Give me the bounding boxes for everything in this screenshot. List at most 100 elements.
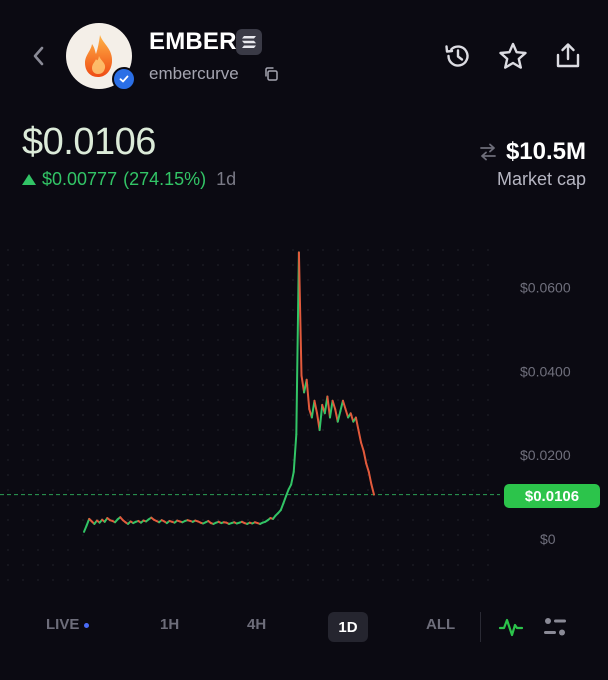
grid-dot — [7, 309, 9, 311]
price-chart[interactable]: $0.0600 $0.0400 $0.0200 $0 — [0, 240, 608, 600]
price-segment — [357, 429, 363, 444]
grid-dot — [52, 324, 54, 326]
grid-dot — [37, 564, 39, 566]
grid-dot — [442, 399, 444, 401]
grid-dot — [187, 534, 189, 536]
grid-dot — [202, 294, 204, 296]
grid-dot — [472, 354, 474, 356]
grid-dot — [127, 384, 129, 386]
copy-icon — [265, 67, 278, 81]
share-button[interactable] — [552, 40, 584, 72]
grid-dot — [292, 399, 294, 401]
copy-button[interactable] — [263, 66, 279, 82]
grid-dot — [217, 354, 219, 356]
grid-dot — [157, 354, 159, 356]
grid-dot — [67, 489, 69, 491]
grid-dot — [247, 414, 249, 416]
grid-dot — [352, 399, 354, 401]
grid-dot — [277, 294, 279, 296]
grid-dot — [262, 474, 264, 476]
grid-dot — [232, 264, 234, 266]
grid-dot — [52, 309, 54, 311]
grid-dot — [112, 249, 114, 251]
grid-dot — [157, 249, 159, 251]
grid-dot — [232, 309, 234, 311]
grid-dot — [382, 264, 384, 266]
grid-dot — [82, 399, 84, 401]
grid-dot — [277, 579, 279, 581]
grid-dot — [322, 579, 324, 581]
grid-dot — [112, 564, 114, 566]
price-segment — [318, 403, 324, 432]
grid-dot — [487, 519, 489, 521]
tab-1d[interactable]: 1D — [328, 612, 368, 642]
price-change-period: 1d — [216, 169, 237, 189]
tab-1h[interactable]: 1H — [160, 616, 179, 633]
grid-dot — [487, 369, 489, 371]
grid-dot — [142, 279, 144, 281]
grid-dot — [427, 369, 429, 371]
grid-dot — [457, 564, 459, 566]
grid-dot — [157, 309, 159, 311]
grid-dot — [142, 429, 144, 431]
grid-dot — [22, 354, 24, 356]
grid-dot — [67, 384, 69, 386]
grid-dot — [457, 504, 459, 506]
grid-dot — [52, 279, 54, 281]
line-chart-toggle[interactable] — [498, 614, 524, 645]
grid-dot — [322, 504, 324, 506]
grid-dot — [202, 369, 204, 371]
grid-dot — [202, 249, 204, 251]
grid-dot — [217, 399, 219, 401]
grid-dot — [112, 384, 114, 386]
grid-dot — [157, 549, 159, 551]
chart-settings-button[interactable] — [542, 614, 568, 645]
live-dot-icon — [84, 622, 90, 628]
grid-dot — [292, 534, 294, 536]
grid-dot — [217, 564, 219, 566]
grid-dot — [142, 474, 144, 476]
grid-dot — [142, 504, 144, 506]
tab-4h[interactable]: 4H — [247, 616, 266, 633]
favorite-button[interactable] — [497, 40, 529, 72]
grid-dot — [187, 444, 189, 446]
grid-dot — [352, 369, 354, 371]
grid-dot — [487, 279, 489, 281]
grid-dot — [172, 459, 174, 461]
grid-dot — [487, 444, 489, 446]
market-cap[interactable]: $10.5M — [478, 138, 586, 166]
tab-live[interactable]: LIVE — [46, 616, 90, 633]
grid-dot — [397, 339, 399, 341]
grid-dot — [442, 579, 444, 581]
grid-dot — [472, 324, 474, 326]
grid-dot — [82, 414, 84, 416]
grid-dot — [7, 324, 9, 326]
grid-dot — [247, 354, 249, 356]
back-button[interactable] — [26, 44, 50, 68]
grid-dot — [7, 339, 9, 341]
grid-dot — [187, 489, 189, 491]
grid-dot — [187, 459, 189, 461]
grid-dot — [202, 399, 204, 401]
history-button[interactable] — [442, 40, 474, 72]
tab-all[interactable]: ALL — [426, 616, 455, 633]
grid-dot — [322, 474, 324, 476]
grid-dot — [67, 354, 69, 356]
grid-dot — [487, 294, 489, 296]
grid-dot — [487, 564, 489, 566]
grid-dot — [412, 549, 414, 551]
grid-dot — [292, 414, 294, 416]
grid-dot — [127, 309, 129, 311]
grid-dot — [22, 399, 24, 401]
grid-dot — [247, 324, 249, 326]
grid-dot — [472, 249, 474, 251]
grid-dot — [67, 564, 69, 566]
grid-dot — [127, 279, 129, 281]
grid-dot — [487, 249, 489, 251]
grid-dot — [97, 264, 99, 266]
grid-dot — [202, 474, 204, 476]
grid-dot — [412, 579, 414, 581]
grid-dot — [52, 504, 54, 506]
grid-dot — [127, 429, 129, 431]
grid-dot — [217, 339, 219, 341]
